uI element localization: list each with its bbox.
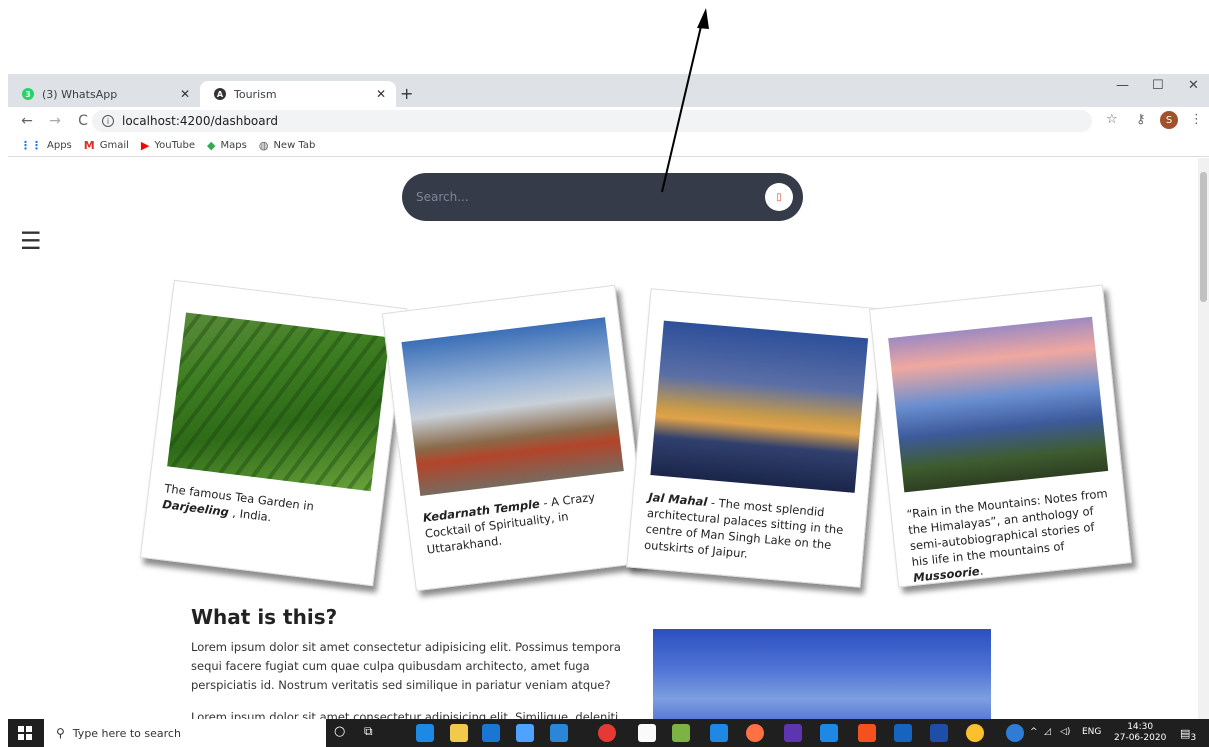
- url-text: localhost:4200/dashboard: [122, 114, 278, 128]
- android-studio-icon[interactable]: [672, 724, 690, 742]
- reload-icon[interactable]: C: [74, 113, 92, 129]
- git-icon[interactable]: [858, 724, 876, 742]
- search-icon: ▯: [776, 191, 782, 203]
- minimize-icon[interactable]: —: [1116, 78, 1129, 93]
- taskbar-search-placeholder: Type here to search: [72, 726, 181, 740]
- chevron-up-icon[interactable]: ^: [1030, 727, 1038, 737]
- bookmark-maps[interactable]: ◆ Maps: [207, 139, 247, 152]
- section-title: What is this?: [191, 605, 338, 629]
- card-caption: The famous Tea Garden in Darjeeling , In…: [161, 481, 315, 525]
- word-icon[interactable]: [894, 724, 912, 742]
- card-jal-mahal[interactable]: Jal Mahal - The most splendid architectu…: [626, 288, 885, 588]
- tab-tourism[interactable]: A Tourism ✕: [200, 81, 396, 107]
- search-button[interactable]: ▯: [765, 183, 793, 211]
- bookmark-label: Gmail: [99, 140, 129, 151]
- screen: 3 (3) WhatsApp ✕ A Tourism ✕ + — ☐ ✕ ← →…: [0, 0, 1209, 747]
- card-kedarnath[interactable]: Kedarnath Temple - A Crazy Cocktail of S…: [381, 284, 650, 592]
- app-icon[interactable]: [930, 724, 948, 742]
- taskbar-search[interactable]: ⚲ Type here to search: [44, 719, 326, 747]
- bookmark-label: New Tab: [273, 140, 316, 151]
- page-content: ▯ ☰ The famous Tea Garden in Darjeeling …: [8, 158, 1198, 719]
- bookmark-label: YouTube: [154, 140, 196, 151]
- language-indicator[interactable]: ENG: [1082, 727, 1101, 737]
- bookmark-label: Maps: [220, 140, 247, 151]
- angular-icon: A: [214, 88, 226, 100]
- bookmarks-bar: ⋮⋮ Apps M Gmail ▶ YouTube ◆ Maps ◍ New T…: [8, 135, 1209, 157]
- chrome-icon[interactable]: [966, 724, 984, 742]
- edge-icon[interactable]: [416, 724, 434, 742]
- apps-grid-icon: ⋮⋮: [20, 139, 42, 152]
- whatsapp-icon: 3: [22, 88, 34, 100]
- mail-icon[interactable]: [550, 724, 568, 742]
- taskbar: ⚲ Type here to search ○ ⧉ ^ ◿ ◁) ENG 14:…: [8, 719, 1209, 747]
- forward-icon[interactable]: →: [46, 113, 64, 129]
- bookmark-new-tab[interactable]: ◍ New Tab: [259, 139, 316, 152]
- notepad-icon[interactable]: [638, 724, 656, 742]
- bookmark-youtube[interactable]: ▶ YouTube: [141, 139, 195, 152]
- card-darjeeling[interactable]: The famous Tea Garden in Darjeeling , In…: [139, 279, 408, 587]
- url-field[interactable]: i localhost:4200/dashboard: [92, 110, 1092, 132]
- tab-label: Tourism: [234, 87, 277, 101]
- address-bar: ← → C i localhost:4200/dashboard ☆ ⚷ S ⋮: [8, 107, 1209, 135]
- clock-date: 27-06-2020: [1114, 733, 1167, 743]
- about-paragraph: Lorem ipsum dolor sit amet consectetur a…: [191, 710, 619, 719]
- bookmark-apps[interactable]: ⋮⋮ Apps: [20, 139, 72, 152]
- file-explorer-icon[interactable]: [450, 724, 468, 742]
- back-icon[interactable]: ←: [18, 113, 36, 129]
- maps-icon: ◆: [207, 139, 216, 152]
- notifications-icon[interactable]: ▤3: [1180, 727, 1196, 743]
- hamburger-menu-icon[interactable]: ☰: [20, 229, 42, 253]
- dropbox-icon[interactable]: [516, 724, 534, 742]
- menu-icon[interactable]: ⋮: [1190, 112, 1203, 127]
- task-view-icon[interactable]: ⧉: [364, 724, 382, 742]
- youtube-icon: ▶: [140, 139, 150, 152]
- close-window-icon[interactable]: ✕: [1188, 78, 1199, 93]
- visual-studio-icon[interactable]: [784, 724, 802, 742]
- windows-start-icon[interactable]: [18, 726, 32, 740]
- clock[interactable]: 14:30 27-06-2020: [1114, 722, 1166, 744]
- arrow-head: [697, 8, 709, 29]
- maximize-icon[interactable]: ☐: [1152, 78, 1164, 93]
- notification-count: 3: [1190, 732, 1197, 744]
- firefox-icon[interactable]: [746, 724, 764, 742]
- about-paragraph: Lorem ipsum dolor sit amet consectetur a…: [191, 640, 621, 692]
- card-mussoorie[interactable]: “Rain in the Mountains: Notes from the H…: [869, 284, 1132, 588]
- star-icon[interactable]: ☆: [1106, 112, 1118, 127]
- jal-mahal-photo: [650, 320, 869, 493]
- tea-garden-photo: [167, 312, 390, 492]
- globe-icon: ◍: [258, 139, 269, 152]
- kedarnath-temple-photo: [401, 317, 624, 497]
- search-icon: ⚲: [56, 726, 65, 740]
- clock-time: 14:30: [1127, 722, 1154, 732]
- card-caption: Jal Mahal - The most splendid architectu…: [643, 489, 844, 561]
- new-tab-button[interactable]: +: [400, 84, 413, 103]
- store-icon[interactable]: [482, 724, 500, 742]
- card-caption: “Rain in the Mountains: Notes from the H…: [905, 486, 1109, 585]
- search-bar: ▯: [402, 173, 803, 221]
- key-icon[interactable]: ⚷: [1136, 112, 1146, 127]
- volume-icon[interactable]: ◁): [1060, 727, 1070, 737]
- bookmark-label: Apps: [47, 140, 72, 151]
- sublime-icon[interactable]: [710, 724, 728, 742]
- tab-strip: 3 (3) WhatsApp ✕ A Tourism ✕ + — ☐ ✕: [8, 74, 1209, 107]
- network-icon[interactable]: ◿: [1044, 727, 1051, 737]
- gmail-icon: M: [83, 139, 95, 152]
- close-icon[interactable]: ✕: [376, 87, 386, 101]
- info-icon[interactable]: i: [102, 115, 114, 127]
- help-icon[interactable]: [1006, 724, 1024, 742]
- vscode-icon[interactable]: [820, 724, 838, 742]
- mussoorie-photo: [888, 316, 1109, 493]
- scrollbar-thumb[interactable]: [1200, 172, 1207, 302]
- scrollbar[interactable]: [1198, 158, 1209, 719]
- opera-icon[interactable]: [598, 724, 616, 742]
- card-caption: Kedarnath Temple - A Crazy Cocktail of S…: [422, 489, 596, 557]
- cortana-icon[interactable]: ○: [334, 724, 352, 742]
- tab-label: (3) WhatsApp: [42, 87, 118, 101]
- search-input[interactable]: [416, 187, 736, 207]
- avatar[interactable]: S: [1160, 111, 1178, 129]
- sky-photo: [653, 629, 991, 719]
- close-icon[interactable]: ✕: [180, 87, 190, 101]
- bookmark-gmail[interactable]: M Gmail: [84, 139, 129, 152]
- tab-whatsapp[interactable]: 3 (3) WhatsApp ✕: [8, 81, 200, 107]
